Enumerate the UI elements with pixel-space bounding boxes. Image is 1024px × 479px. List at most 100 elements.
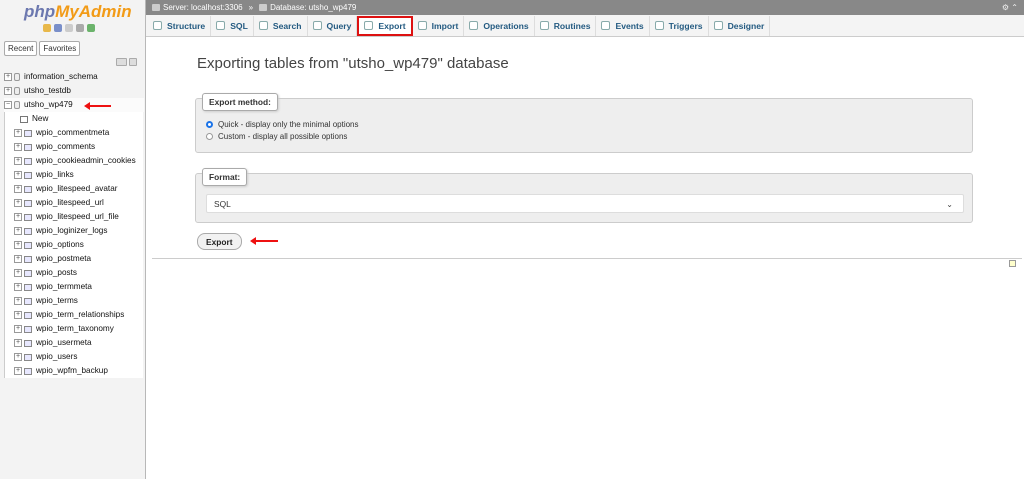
collapse-icon[interactable]: − [4, 101, 12, 109]
settings-icon[interactable] [76, 24, 84, 32]
custom-radio-indicator[interactable] [206, 133, 213, 140]
tree-item-table[interactable]: + wpio_termmeta [4, 280, 144, 294]
docs-icon[interactable] [65, 24, 73, 32]
custom-radio-label[interactable]: Custom - display all possible options [218, 132, 347, 141]
tree-item-label[interactable]: wpio_comments [36, 140, 95, 154]
tree-item-label[interactable]: utsho_testdb [24, 84, 71, 98]
tree-item-db[interactable]: + information_schema [4, 70, 144, 84]
expand-icon[interactable]: + [4, 73, 12, 81]
tree-item-label[interactable]: information_schema [24, 70, 98, 84]
tree-item-table[interactable]: + wpio_usermeta [4, 336, 144, 350]
expand-icon[interactable]: + [14, 255, 22, 263]
reload-icon[interactable] [87, 24, 95, 32]
tree-item-table[interactable]: + wpio_term_relationships [4, 308, 144, 322]
expand-icon[interactable]: + [14, 171, 22, 179]
tree-item-db[interactable]: − utsho_wp479 [4, 98, 144, 112]
tree-item-label[interactable]: New [32, 112, 48, 126]
tree-item-table[interactable]: + wpio_users [4, 350, 144, 364]
tree-item-label[interactable]: wpio_commentmeta [36, 126, 109, 140]
tab-recent[interactable]: Recent [4, 41, 38, 56]
tab-routines[interactable]: Routines [535, 15, 597, 36]
console-toggle-icon[interactable] [1009, 260, 1016, 267]
expand-icon[interactable]: + [14, 367, 22, 375]
expand-icon[interactable]: + [14, 227, 22, 235]
quick-radio[interactable]: Quick - display only the minimal options [206, 120, 359, 129]
tab-sql[interactable]: SQL [211, 15, 254, 36]
tree-item-label[interactable]: wpio_term_relationships [36, 308, 124, 322]
expand-icon[interactable]: + [14, 185, 22, 193]
tree-item-table[interactable]: + wpio_litespeed_url [4, 196, 144, 210]
expand-icon[interactable]: + [4, 87, 12, 95]
expand-icon[interactable]: + [14, 297, 22, 305]
tree-item-label[interactable]: wpio_cookieadmin_cookies [36, 154, 136, 168]
tree-item-label[interactable]: wpio_links [36, 168, 74, 182]
expand-icon[interactable]: + [14, 339, 22, 347]
expand-icon[interactable]: + [14, 269, 22, 277]
tab-triggers[interactable]: Triggers [650, 15, 709, 36]
expand-icon[interactable]: + [14, 311, 22, 319]
tree-item-table[interactable]: + wpio_litespeed_url_file [4, 210, 144, 224]
custom-radio[interactable]: Custom - display all possible options [206, 132, 347, 141]
tab-label: Import [431, 20, 459, 31]
tab-events[interactable]: Events [596, 15, 650, 36]
expand-icon[interactable]: + [14, 353, 22, 361]
tree-item-table[interactable]: + wpio_posts [4, 266, 144, 280]
tree-item-label[interactable]: utsho_wp479 [24, 98, 73, 112]
phpmyadmin-logo[interactable]: phpMyAdmin [24, 2, 132, 22]
settings-gear-icon[interactable]: ⚙ ⌃ [1002, 3, 1018, 12]
format-select[interactable]: SQL ⌄ [206, 194, 964, 213]
tree-item-label[interactable]: wpio_litespeed_url [36, 196, 104, 210]
expand-icon[interactable]: + [14, 283, 22, 291]
tree-item-label[interactable]: wpio_termmeta [36, 280, 92, 294]
tree-item-table[interactable]: + wpio_terms [4, 294, 144, 308]
expand-icon[interactable]: + [14, 241, 22, 249]
tree-item-table[interactable]: + wpio_term_taxonomy [4, 322, 144, 336]
quick-radio-label[interactable]: Quick - display only the minimal options [218, 120, 359, 129]
tree-item-table[interactable]: + wpio_comments [4, 140, 144, 154]
tab-export[interactable]: Export [357, 15, 413, 36]
tree-item-label[interactable]: wpio_users [36, 350, 77, 364]
tree-item-label[interactable]: wpio_usermeta [36, 336, 92, 350]
tree-item-label[interactable]: wpio_terms [36, 294, 78, 308]
expand-icon[interactable]: + [14, 199, 22, 207]
tree-item-new[interactable]: New [4, 112, 144, 126]
link-icon[interactable] [129, 58, 137, 66]
tree-item-table[interactable]: + wpio_loginizer_logs [4, 224, 144, 238]
home-icon[interactable] [43, 24, 51, 32]
tree-item-table[interactable]: + wpio_cookieadmin_cookies [4, 154, 144, 168]
tree-item-table[interactable]: + wpio_links [4, 168, 144, 182]
tree-item-label[interactable]: wpio_wpfm_backup [36, 364, 108, 378]
quick-radio-indicator[interactable] [206, 121, 213, 128]
expand-icon[interactable]: + [14, 157, 22, 165]
breadcrumb-database[interactable]: Database: utsho_wp479 [270, 3, 356, 12]
tab-favorites[interactable]: Favorites [39, 41, 81, 56]
tab-search[interactable]: Search [254, 15, 308, 36]
logout-icon[interactable] [54, 24, 62, 32]
expand-icon[interactable]: + [14, 129, 22, 137]
tree-item-label[interactable]: wpio_posts [36, 266, 77, 280]
export-button[interactable]: Export [197, 233, 242, 250]
tree-item-label[interactable]: wpio_litespeed_avatar [36, 182, 117, 196]
tree-item-label[interactable]: wpio_term_taxonomy [36, 322, 114, 336]
tab-import[interactable]: Import [413, 15, 465, 36]
main-content: Exporting tables from "utsho_wp479" data… [146, 37, 1024, 479]
tree-item-label[interactable]: wpio_postmeta [36, 252, 91, 266]
tab-operations[interactable]: Operations [464, 15, 535, 36]
expand-icon[interactable]: + [14, 325, 22, 333]
tree-item-label[interactable]: wpio_loginizer_logs [36, 224, 107, 238]
tree-item-db[interactable]: + utsho_testdb [4, 84, 144, 98]
tree-item-label[interactable]: wpio_options [36, 238, 84, 252]
tree-item-table[interactable]: + wpio_litespeed_avatar [4, 182, 144, 196]
breadcrumb-server[interactable]: Server: localhost:3306 [163, 3, 243, 12]
tree-item-table[interactable]: + wpio_commentmeta [4, 126, 144, 140]
tab-designer[interactable]: Designer [709, 15, 771, 36]
collapse-all-icon[interactable] [116, 58, 127, 66]
expand-icon[interactable]: + [14, 143, 22, 151]
tab-query[interactable]: Query [308, 15, 358, 36]
tree-item-table[interactable]: + wpio_postmeta [4, 252, 144, 266]
tab-structure[interactable]: Structure [148, 15, 212, 36]
expand-icon[interactable]: + [14, 213, 22, 221]
tree-item-table[interactable]: + wpio_options [4, 238, 144, 252]
tree-item-table[interactable]: + wpio_wpfm_backup [4, 364, 144, 378]
tree-item-label[interactable]: wpio_litespeed_url_file [36, 210, 119, 224]
